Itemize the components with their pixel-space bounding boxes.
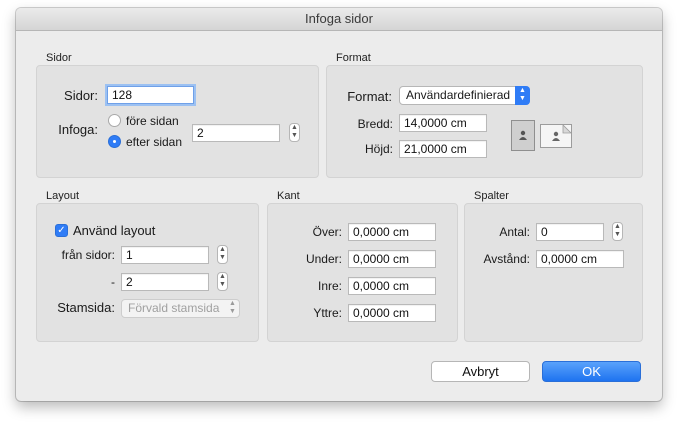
after-page-label: efter sidan xyxy=(126,135,183,149)
portrait-person-icon xyxy=(519,130,527,140)
outer-margin-label: Yttre: xyxy=(313,306,342,320)
chevron-down-icon: ▼ xyxy=(291,132,298,139)
format-section-title: Format xyxy=(336,52,371,64)
after-page-radio[interactable] xyxy=(108,135,121,148)
width-label: Bredd: xyxy=(357,117,393,131)
format-popup-value: Användardefinierad xyxy=(406,88,511,102)
height-input[interactable]: 21,0000 cm xyxy=(399,140,487,158)
to-dash-label: - xyxy=(111,275,115,289)
chevron-down-icon: ▼ xyxy=(219,281,226,288)
column-gap-input[interactable]: 0,0000 cm xyxy=(536,250,624,268)
before-page-radio[interactable] xyxy=(108,114,121,127)
dialog-window: Infoga sidor Sidor Sidor: 128 Infoga: fö… xyxy=(16,8,662,401)
from-page-stepper[interactable]: ▲ ▼ xyxy=(217,245,228,264)
column-count-stepper[interactable]: ▲ ▼ xyxy=(612,222,623,241)
outer-margin-input[interactable]: 0,0000 cm xyxy=(348,304,436,322)
master-page-label: Stamsida: xyxy=(57,300,115,315)
column-gap-label: Avstånd: xyxy=(483,252,530,266)
insert-page-stepper[interactable]: ▲ ▼ xyxy=(289,123,300,142)
chevron-down-icon: ▼ xyxy=(614,231,621,238)
chevron-updown-icon: ▲ ▼ xyxy=(229,300,236,315)
portrait-orientation-button[interactable] xyxy=(511,120,535,151)
landscape-orientation-button[interactable] xyxy=(540,124,572,148)
insert-page-input[interactable]: 2 xyxy=(192,124,280,142)
master-page-value: Förvald stamsida xyxy=(128,301,220,315)
chevron-updown-icon: ▲ ▼ xyxy=(515,86,530,105)
landscape-person-icon xyxy=(552,124,572,141)
infoga-label: Infoga: xyxy=(58,122,98,137)
chevron-up-icon: ▲ xyxy=(291,124,298,131)
layout-section-title: Layout xyxy=(46,190,80,202)
bottom-margin-input[interactable]: 0,0000 cm xyxy=(348,250,436,268)
inner-margin-input[interactable]: 0,0000 cm xyxy=(348,277,436,295)
sidor-label: Sidor: xyxy=(64,88,98,103)
sidor-count-input[interactable]: 128 xyxy=(107,86,194,104)
format-popup[interactable]: Användardefinierad ▲ ▼ xyxy=(399,86,530,105)
width-input[interactable]: 14,0000 cm xyxy=(399,114,487,132)
to-page-input[interactable]: 2 xyxy=(121,273,209,291)
before-page-label: före sidan xyxy=(126,114,179,128)
chevron-down-icon: ▼ xyxy=(219,254,226,261)
top-margin-label: Över: xyxy=(312,225,342,239)
chevron-up-icon: ▲ xyxy=(614,223,621,230)
column-count-label: Antal: xyxy=(499,225,530,239)
ok-button[interactable]: OK xyxy=(542,361,641,382)
from-pages-label: från sidor: xyxy=(61,248,115,262)
spalter-section-title: Spalter xyxy=(474,190,509,202)
from-page-input[interactable]: 1 xyxy=(121,246,209,264)
chevron-up-icon: ▲ xyxy=(219,246,226,253)
height-label: Höjd: xyxy=(364,142,393,156)
cancel-button[interactable]: Avbryt xyxy=(431,361,530,382)
top-margin-input[interactable]: 0,0000 cm xyxy=(348,223,436,241)
dialog-title: Infoga sidor xyxy=(16,8,662,31)
use-layout-checkbox[interactable]: ✓ xyxy=(55,224,68,237)
format-label: Format: xyxy=(347,89,392,104)
checkmark-icon: ✓ xyxy=(57,225,66,236)
column-count-input[interactable]: 0 xyxy=(536,223,604,241)
chevron-up-icon: ▲ xyxy=(219,273,226,280)
bottom-margin-label: Under: xyxy=(305,252,342,266)
master-page-popup[interactable]: Förvald stamsida ▲ ▼ xyxy=(121,299,240,318)
kant-section-title: Kant xyxy=(277,190,300,202)
use-layout-label: Använd layout xyxy=(73,223,156,238)
sidor-section-title: Sidor xyxy=(46,52,72,64)
inner-margin-label: Inre: xyxy=(317,279,342,293)
to-page-stepper[interactable]: ▲ ▼ xyxy=(217,272,228,291)
